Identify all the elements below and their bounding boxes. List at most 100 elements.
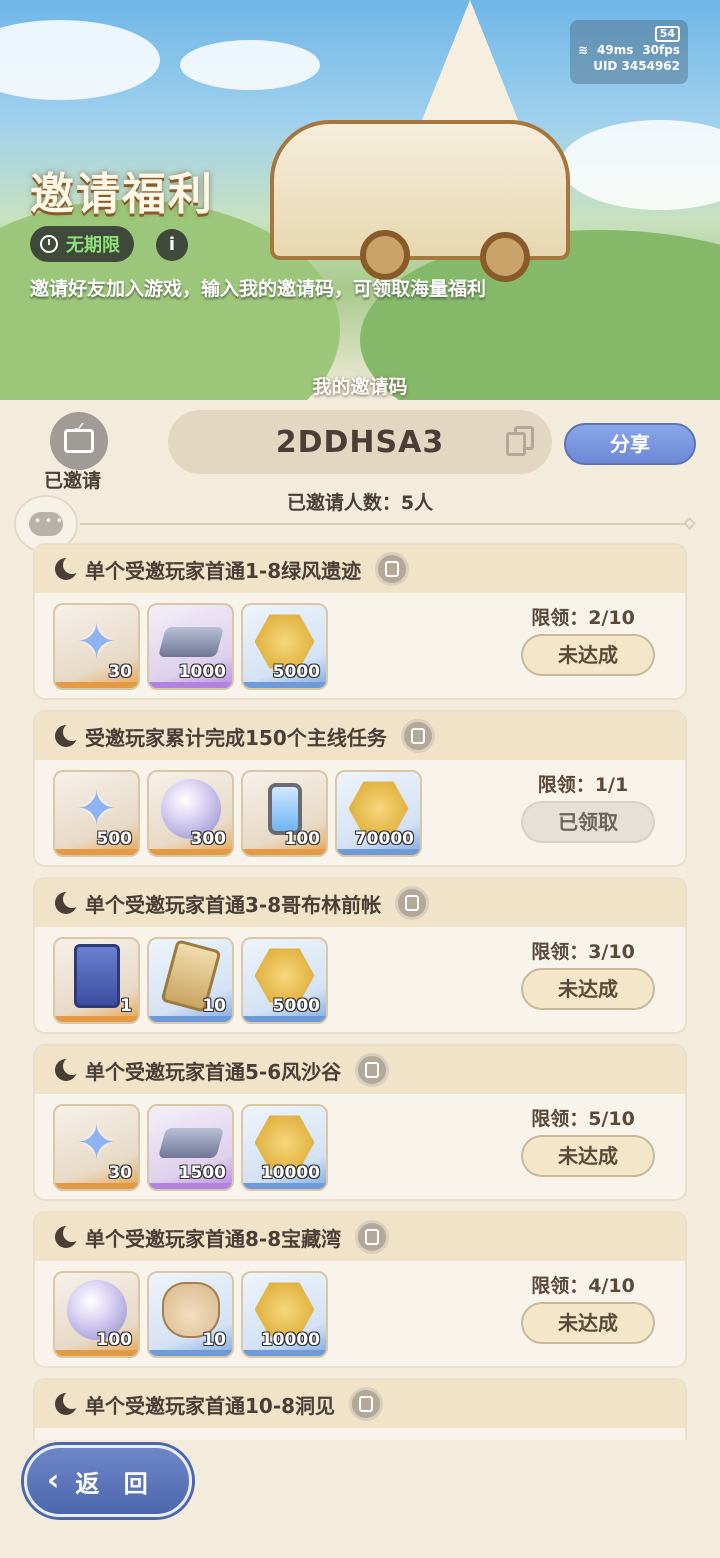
reward-item[interactable]: 1500 [147,1104,234,1191]
reward-quantity: 10 [202,996,226,1016]
rarity-bar [149,682,232,688]
reward-item[interactable]: 1000 [147,603,234,690]
invited-list-button[interactable] [50,412,108,470]
moon-icon [55,1057,81,1081]
task-card: 受邀玩家累计完成150个主线任务 ✦ 500 300 100 70000 限领：1/1 已领取 [33,710,687,867]
moon-icon [55,556,81,580]
task-header: 单个受邀玩家首通3-8哥布林前帐 [35,879,685,927]
reward-item[interactable]: ✦ 500 [53,770,140,857]
reward-items: 1 10 5000 [53,937,328,1024]
reward-item[interactable]: 10 [147,937,234,1024]
chat-icon [29,512,63,536]
task-detail-icon[interactable] [395,886,430,920]
uid-text: UID 3454962 [593,59,680,73]
task-header: 单个受邀玩家首通1-8绿风遗迹 [35,545,685,593]
task-detail-icon[interactable] [400,719,435,753]
claim-status-button[interactable]: 未达成 [521,968,655,1010]
clock-icon [40,235,58,253]
rarity-bar [149,1183,232,1189]
invite-code-caption: 我的邀请码 [312,376,408,398]
task-detail-icon[interactable] [349,1387,384,1421]
moon-icon [55,1224,81,1248]
reward-item[interactable]: 1 [53,937,140,1024]
info-icon[interactable]: i [156,229,188,261]
page-title: 邀请福利 [30,169,214,220]
reward-item[interactable]: 10000 [241,1104,328,1191]
rarity-bar [149,849,232,855]
rarity-bar [55,1016,138,1022]
reward-quantity: 30 [108,1163,132,1183]
battery-icon: 54 [654,26,680,42]
task-header: 单个受邀玩家首通8-8宝藏湾 [35,1213,685,1261]
task-title: 单个受邀玩家首通5-6风沙谷 [85,1059,342,1084]
rarity-bar [243,1350,326,1356]
reward-quantity: 5000 [272,662,320,682]
reward-item[interactable]: 100 [53,1271,140,1358]
reward-quantity: 30 [108,662,132,682]
task-detail-icon[interactable] [355,1053,390,1087]
reward-item[interactable]: 5000 [241,937,328,1024]
fps-value: 30fps [642,43,680,57]
task-header: 单个受邀玩家首通10-8洞见 [35,1380,685,1428]
reward-item[interactable]: ✦ 30 [53,1104,140,1191]
task-list[interactable]: 单个受邀玩家首通1-8绿风遗迹 ✦ 30 1000 5000 限领：2/10 未达成 受邀玩家… [0,543,720,1440]
claim-limit: 限领：1/1 [537,774,629,796]
reward-item[interactable]: 5000 [241,603,328,690]
rarity-bar [55,1183,138,1189]
copy-icon[interactable] [506,426,534,458]
rarity-bar [243,849,326,855]
iron-ingot-icon [157,626,224,657]
rarity-bar [55,849,138,855]
reward-quantity: 300 [190,829,227,849]
task-card: 单个受邀玩家首通5-6风沙谷 ✦ 30 1500 10000 限领：5/10 未达成 [33,1044,687,1201]
reward-items: 100 10 10000 [53,1271,328,1358]
claim-limit: 限领：5/10 [531,1108,635,1130]
invite-code-field: 2DDHSA3 [168,410,552,474]
wheel-decoration [360,230,410,280]
task-title: 单个受邀玩家首通8-8宝藏湾 [85,1226,342,1251]
divider-ornament [683,517,696,530]
star-crystal-icon: ✦ [76,780,117,837]
claim-status-button[interactable]: 未达成 [521,1135,655,1177]
reward-item[interactable]: 10 [147,1271,234,1358]
summon-card-icon [73,943,120,1008]
reward-quantity: 1 [120,996,132,1016]
moon-icon [55,723,81,747]
reward-item[interactable]: ✦ 30 [53,603,140,690]
task-title: 受邀玩家累计完成150个主线任务 [85,725,387,750]
task-title: 单个受邀玩家首通3-8哥布林前帐 [85,892,382,917]
rarity-bar [55,682,138,688]
event-description: 邀请好友加入游戏，输入我的邀请码，可领取海量福利 [30,278,487,300]
reward-item[interactable]: 10000 [241,1271,328,1358]
cloud-decoration [0,20,160,100]
reward-item[interactable]: 300 [147,770,234,857]
caravan-illustration [270,120,570,260]
reward-items: ✦ 500 300 100 70000 [53,770,422,857]
reward-quantity: 100 [284,829,321,849]
rarity-bar [243,1183,326,1189]
task-header: 单个受邀玩家首通5-6风沙谷 [35,1046,685,1094]
reward-item[interactable]: 100 [241,770,328,857]
back-button[interactable]: ‹ 返 回 [24,1445,192,1517]
claim-status-button[interactable]: 未达成 [521,1302,655,1344]
claim-limit: 限领：3/10 [531,941,635,963]
task-card: 单个受邀玩家首通3-8哥布林前帐 1 10 5000 限领：3/10 未达成 [33,877,687,1034]
reward-quantity: 5000 [272,996,320,1016]
task-title: 单个受邀玩家首通10-8洞见 [85,1393,336,1418]
task-detail-icon[interactable] [355,1220,390,1254]
wheel-decoration [480,232,530,282]
reward-items: ✦ 30 1000 5000 [53,603,328,690]
wifi-icon: ≋ [578,43,589,57]
task-detail-icon[interactable] [375,552,410,586]
reward-item[interactable]: 70000 [335,770,422,857]
reward-quantity: 500 [96,829,133,849]
claim-status-button[interactable]: 未达成 [521,634,655,676]
reward-quantity: 10000 [260,1163,320,1183]
share-button[interactable]: 分享 [564,423,696,465]
invite-code: 2DDHSA3 [275,424,445,460]
period-badge: 无期限 [30,226,134,262]
reward-quantity: 1000 [178,662,226,682]
network-status: 54 ≋ 49ms 30fps UID 3454962 [570,20,688,84]
rarity-bar [337,849,420,855]
claim-status-button[interactable]: 已领取 [521,801,655,843]
